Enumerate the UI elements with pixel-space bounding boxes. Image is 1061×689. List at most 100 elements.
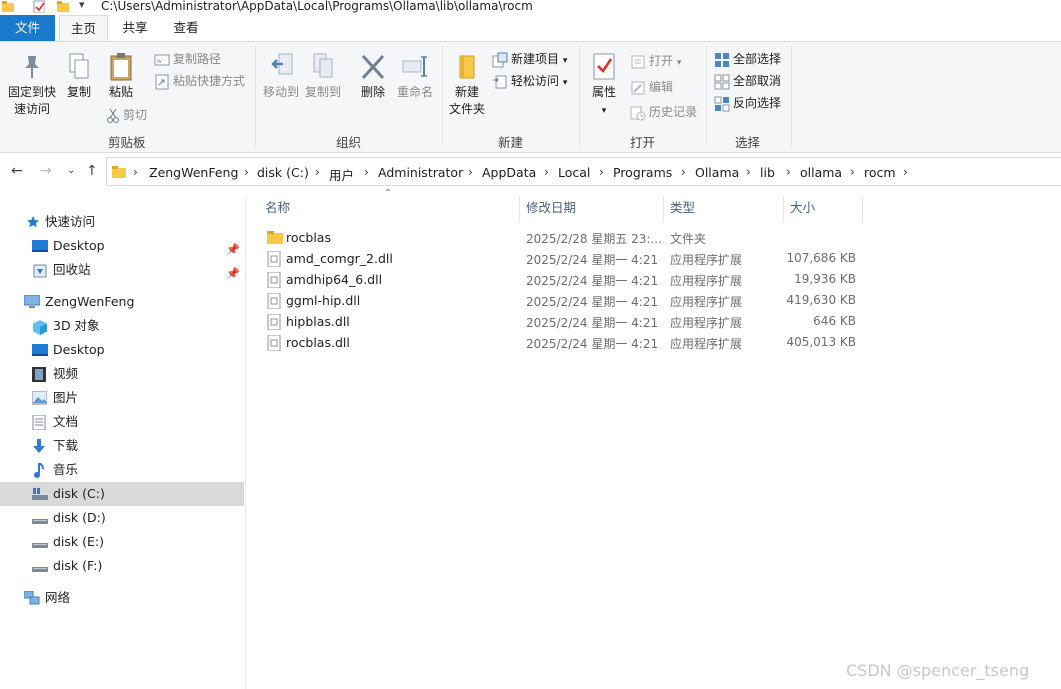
column-header-size[interactable]: 大小 — [790, 196, 815, 222]
copy-button[interactable]: 复制 — [62, 52, 96, 101]
file-row[interactable]: rocblas 2025/2/28 星期五 23:... 文件夹 — [262, 228, 862, 249]
breadcrumb-item[interactable]: ZengWenFeng — [149, 165, 238, 180]
back-arrow-icon[interactable]: ← — [11, 163, 23, 179]
delete-button[interactable]: 删除 — [356, 52, 390, 101]
nav-videos[interactable]: 视频 — [0, 362, 244, 386]
select-all-button[interactable]: 全部选择 — [714, 49, 781, 69]
breadcrumb-chevron-icon[interactable]: › — [850, 165, 855, 179]
select-none-button[interactable]: 全部取消 — [714, 71, 781, 91]
breadcrumb-item[interactable]: Programs — [613, 165, 672, 180]
pin-quick-access-button[interactable]: 固定到快 速访问 — [4, 52, 60, 118]
breadcrumb-item[interactable]: Local — [558, 165, 590, 180]
tab-file[interactable]: 文件 — [0, 15, 55, 41]
file-row[interactable]: amdhip64_6.dll 2025/2/24 星期一 4:21 应用程序扩展… — [262, 270, 862, 291]
breadcrumb-chevron-icon[interactable]: › — [133, 165, 138, 179]
nav-desktop[interactable]: Desktop — [0, 338, 244, 362]
nav-disk-d[interactable]: disk (D:) — [0, 506, 244, 530]
breadcrumb-item[interactable]: 用户 — [329, 165, 354, 184]
column-divider[interactable] — [519, 196, 520, 222]
new-folder-quick-icon[interactable] — [57, 0, 69, 13]
breadcrumb-item[interactable]: AppData — [482, 165, 536, 180]
breadcrumb-chevron-icon[interactable]: › — [786, 165, 791, 179]
nav-disk-c[interactable]: disk (C:) — [0, 482, 244, 506]
properties-button[interactable]: 属性 ▾ — [586, 52, 622, 118]
breadcrumb-item[interactable]: ollama — [800, 165, 842, 180]
column-header-date[interactable]: 修改日期 — [526, 196, 576, 222]
file-type: 应用程序扩展 — [670, 253, 743, 267]
properties-quick-icon[interactable] — [33, 0, 45, 13]
breadcrumb-chevron-icon[interactable]: › — [746, 165, 751, 179]
up-arrow-icon[interactable]: ↑ — [86, 163, 98, 179]
watermark: CSDN @spencer_tseng — [846, 661, 1030, 680]
pane-divider[interactable] — [245, 196, 246, 689]
cut-button[interactable]: 剪切 — [106, 105, 147, 125]
new-folder-button[interactable]: 新建 文件夹 — [446, 52, 488, 118]
open-button[interactable]: 打开 ▾ — [630, 51, 681, 71]
copy-path-icon: w — [154, 54, 170, 65]
nav-3d-objects[interactable]: 3D 对象 — [0, 314, 244, 338]
nav-label: 下载 — [53, 438, 79, 453]
edit-button[interactable]: 编辑 — [630, 77, 673, 97]
nav-disk-e[interactable]: disk (E:) — [0, 530, 244, 554]
nav-disk-f[interactable]: disk (F:) — [0, 554, 244, 578]
breadcrumb-item[interactable]: Ollama — [695, 165, 739, 180]
dropdown-arrow-icon: ▾ — [601, 106, 607, 116]
copy-to-button[interactable]: 复制到 — [302, 52, 344, 101]
breadcrumb-chevron-icon[interactable]: › — [681, 165, 686, 179]
file-row[interactable]: rocblas.dll 2025/2/24 星期一 4:21 应用程序扩展 40… — [262, 333, 862, 354]
folder-icon — [112, 166, 126, 178]
recent-chevron-down-icon[interactable]: ⌄ — [67, 165, 75, 176]
breadcrumb-chevron-icon[interactable]: › — [468, 165, 473, 179]
invert-selection-label: 反向选择 — [733, 96, 782, 110]
column-divider[interactable] — [862, 196, 863, 222]
tab-share[interactable]: 共享 — [112, 15, 158, 41]
easy-access-button[interactable]: 轻松访问 ▾ — [492, 71, 567, 91]
nav-label: disk (D:) — [53, 510, 106, 525]
file-row[interactable]: ggml-hip.dll 2025/2/24 星期一 4:21 应用程序扩展 4… — [262, 291, 862, 312]
nav-desktop-pinned[interactable]: Desktop 📌 — [0, 234, 244, 258]
move-to-button[interactable]: 移动到 — [260, 52, 302, 101]
column-divider[interactable] — [663, 196, 664, 222]
invert-selection-button[interactable]: 反向选择 — [714, 93, 781, 113]
breadcrumb-item[interactable]: Administrator — [378, 165, 463, 180]
column-header-type[interactable]: 类型 — [670, 196, 695, 222]
copy-path-label: 复制路径 — [173, 52, 222, 66]
nav-music[interactable]: 音乐 — [0, 458, 244, 482]
breadcrumb-chevron-icon[interactable]: › — [599, 165, 604, 179]
file-name: hipblas.dll — [286, 314, 350, 329]
nav-network[interactable]: 网络 — [0, 586, 244, 610]
chevron-down-icon[interactable]: ▾ — [79, 0, 85, 11]
breadcrumb-item[interactable]: lib — [760, 165, 775, 180]
column-divider[interactable] — [783, 196, 784, 222]
paste-shortcut-button[interactable]: 粘贴快捷方式 — [154, 71, 245, 91]
folder-icon — [2, 1, 14, 12]
breadcrumb-chevron-icon[interactable]: › — [903, 165, 908, 179]
rename-button[interactable]: 重命名 — [394, 52, 436, 101]
nav-this-pc[interactable]: ZengWenFeng — [0, 290, 244, 314]
breadcrumb-chevron-icon[interactable]: › — [364, 165, 369, 179]
column-header-name[interactable]: 名称 — [265, 196, 290, 222]
breadcrumb-chevron-icon[interactable]: › — [544, 165, 549, 179]
copy-path-button[interactable]: w 复制路径 — [154, 49, 221, 69]
address-box[interactable]: › ZengWenFeng › disk (C:) › 用户 › Adminis… — [106, 157, 1061, 186]
tab-view[interactable]: 查看 — [163, 15, 209, 41]
file-row[interactable]: amd_comgr_2.dll 2025/2/24 星期一 4:21 应用程序扩… — [262, 249, 862, 270]
breadcrumb-item[interactable]: rocm — [864, 165, 896, 180]
nav-quick-access[interactable]: 快速访问 — [0, 210, 244, 234]
pin-icon[interactable]: 📌 — [226, 262, 240, 286]
file-row[interactable]: hipblas.dll 2025/2/24 星期一 4:21 应用程序扩展 64… — [262, 312, 862, 333]
breadcrumb-chevron-icon[interactable]: › — [315, 165, 320, 179]
nav-downloads[interactable]: 下载 — [0, 434, 244, 458]
paste-button[interactable]: 粘贴 — [104, 52, 138, 101]
breadcrumb-chevron-icon[interactable]: › — [244, 165, 249, 179]
music-note-icon — [34, 463, 44, 478]
nav-documents[interactable]: 文档 — [0, 410, 244, 434]
history-button[interactable]: 历史记录 — [630, 102, 697, 122]
nav-pictures[interactable]: 图片 — [0, 386, 244, 410]
forward-arrow-icon[interactable]: → — [40, 163, 52, 179]
nav-recycle-bin[interactable]: 回收站 📌 — [0, 258, 244, 282]
star-icon — [27, 216, 39, 228]
tab-home[interactable]: 主页 — [59, 15, 108, 42]
breadcrumb-item[interactable]: disk (C:) — [257, 165, 309, 180]
new-item-button[interactable]: 新建项目 ▾ — [492, 49, 567, 69]
